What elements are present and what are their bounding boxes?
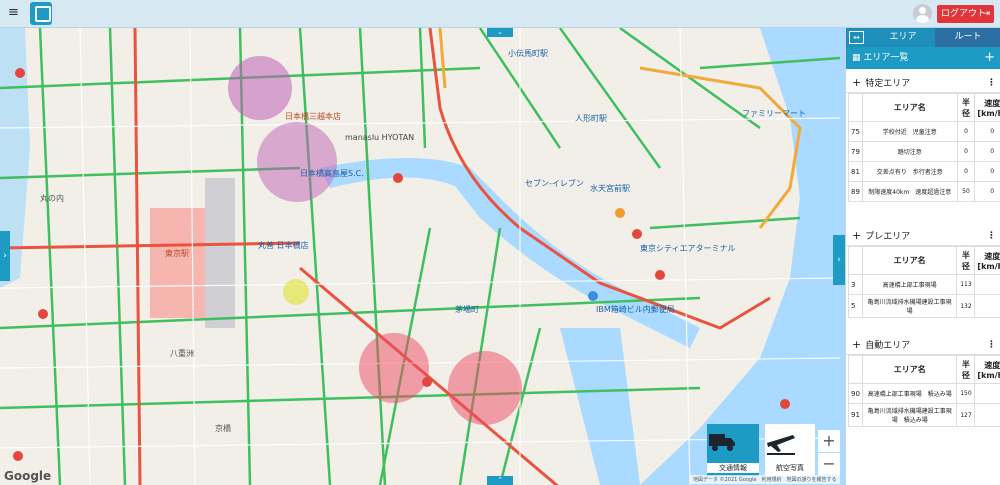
map-label-kayabacho: 茅場町 bbox=[455, 305, 479, 314]
col-radius[interactable]: 半径 bbox=[956, 246, 976, 275]
google-logo: Google bbox=[4, 469, 52, 483]
map-label-yaesu: 八重洲 bbox=[170, 349, 194, 358]
logout-label: ログアウト bbox=[941, 9, 987, 19]
map-label-marunouchi: 丸の内 bbox=[40, 194, 64, 203]
section-title[interactable]: + 自動エリア ⋮ bbox=[846, 335, 1000, 355]
area-table: エリア名 半径 速度[km/h] 75 学校付近 児童注意 0 0 79 踏切注… bbox=[848, 93, 1000, 202]
tab-area[interactable]: エリア bbox=[871, 28, 935, 47]
map-label-kyobashi: 京橋 bbox=[215, 424, 231, 433]
map-attribution[interactable]: 地図データ ©2021 Google 利用規約 地図の誤りを報告する bbox=[690, 475, 840, 484]
traffic-info-label: 交通情報 bbox=[707, 463, 759, 473]
more-icon[interactable]: ⋮ bbox=[987, 335, 996, 355]
map-label-tokyo-station: 東京駅 bbox=[165, 249, 189, 258]
panel-tabs: ↔ エリア ルート bbox=[846, 28, 1000, 47]
map-view[interactable]: 日本橋三越本店 東京駅 丸善 日本橋店 日本橋高島屋S.C. 水天宮前駅 人形町… bbox=[0, 28, 845, 485]
menu-icon[interactable]: ≡ bbox=[8, 6, 22, 20]
table-row[interactable]: 79 踏切注意 0 0 bbox=[848, 141, 1000, 162]
table-row[interactable]: 5 亀島川流域排水機場建設工事現場 132 bbox=[848, 294, 1000, 318]
map-label-takashimaya: 日本橋高島屋S.C. bbox=[300, 169, 364, 178]
col-name[interactable]: エリア名 bbox=[861, 246, 958, 275]
more-icon[interactable]: ⋮ bbox=[987, 73, 996, 93]
traffic-info-button[interactable]: 交通情報 bbox=[707, 424, 759, 476]
aerial-photo-label: 航空写真 bbox=[776, 464, 804, 472]
building-icon: ▦ bbox=[852, 53, 864, 63]
table-row[interactable]: 89 制限速度40km 速度超過注意 50 0 bbox=[848, 181, 1000, 202]
col-speed[interactable]: 速度[km/h] bbox=[974, 355, 1000, 384]
map-label-ibm: IBM箱崎ビル内郵便局 bbox=[596, 305, 675, 314]
add-area-icon[interactable]: + bbox=[984, 47, 995, 69]
area-panel: ↔ エリア ルート ▦ エリア一覧 + + 特定エリア ⋮ エリア名 半径 速度[… bbox=[845, 28, 1000, 485]
table-row[interactable]: 75 学校付近 児童注意 0 0 bbox=[848, 121, 1000, 142]
map-label-mitsukoshi: 日本橋三越本店 bbox=[285, 112, 341, 121]
area-list-title: エリア一覧 bbox=[863, 53, 909, 63]
table-row[interactable]: 91 亀島川流域排水機場建設工事現場 積込み場 127 bbox=[848, 403, 1000, 427]
airplane-icon bbox=[767, 435, 795, 455]
zoom-out-button[interactable]: − bbox=[818, 453, 840, 475]
station-platforms bbox=[205, 178, 235, 328]
table-row[interactable]: 3 高速橋上部工事現場 113 bbox=[848, 274, 1000, 295]
collapse-top-button[interactable]: ⌄ bbox=[487, 28, 513, 37]
col-name[interactable]: エリア名 bbox=[861, 355, 958, 384]
top-bar: ≡ ログアウト ⇥ bbox=[0, 0, 1000, 28]
zoom-in-button[interactable]: + bbox=[818, 430, 840, 452]
map-label-suitengu: 水天宮前駅 bbox=[590, 184, 630, 193]
collapse-bottom-button[interactable]: ⌃ bbox=[487, 476, 513, 485]
map-label-maruzen: 丸善 日本橋店 bbox=[258, 241, 309, 250]
expand-icon[interactable]: ↔ bbox=[849, 31, 864, 44]
section-auto-area: + 自動エリア ⋮ エリア名 半径 速度[km/h] 90 高速橋上部工事現場 積… bbox=[846, 335, 1000, 427]
user-avatar[interactable] bbox=[913, 4, 932, 23]
plus-icon[interactable]: + bbox=[852, 76, 861, 89]
collapse-right-button[interactable]: › bbox=[833, 235, 845, 285]
more-icon[interactable]: ⋮ bbox=[987, 226, 996, 246]
map-label-seven: セブン-イレブン bbox=[525, 179, 584, 188]
col-radius[interactable]: 半径 bbox=[956, 93, 976, 122]
area-table: エリア名 半径 速度[km/h] 90 高速橋上部工事現場 積込み場 150 9… bbox=[848, 355, 1000, 427]
tab-route[interactable]: ルート bbox=[935, 28, 1000, 47]
truck-icon bbox=[709, 434, 735, 451]
col-name[interactable]: エリア名 bbox=[861, 93, 958, 122]
area-circle-1 bbox=[228, 56, 292, 120]
table-header: エリア名 半径 速度[km/h] bbox=[848, 93, 1000, 122]
map-label-family-mart: ファミリーマート bbox=[742, 109, 806, 118]
plus-icon[interactable]: + bbox=[852, 229, 861, 242]
sumida-river bbox=[640, 28, 845, 485]
map-label-kodenmacho: 小伝馬町駅 bbox=[508, 49, 548, 58]
area-circle-2 bbox=[257, 122, 337, 202]
area-circle-4 bbox=[359, 333, 429, 403]
area-table: エリア名 半径 速度[km/h] 3 高速橋上部工事現場 113 5 亀島川流域… bbox=[848, 246, 1000, 318]
section-title[interactable]: + 特定エリア ⋮ bbox=[846, 73, 1000, 93]
collapse-left-button[interactable]: › bbox=[0, 231, 10, 281]
map-canvas bbox=[0, 28, 845, 485]
app-logo[interactable] bbox=[30, 2, 52, 25]
logout-icon: ⇥ bbox=[982, 9, 990, 19]
map-label-ningyocho: 人形町駅 bbox=[575, 114, 607, 123]
col-radius[interactable]: 半径 bbox=[956, 355, 976, 384]
area-circle-3 bbox=[283, 279, 309, 305]
section-title-label: プレエリア bbox=[865, 232, 911, 242]
logout-button[interactable]: ログアウト ⇥ bbox=[937, 5, 994, 23]
plus-icon[interactable]: + bbox=[852, 338, 861, 351]
map-label-hyotan: manaslu HYOTAN bbox=[345, 133, 415, 142]
table-header: エリア名 半径 速度[km/h] bbox=[848, 246, 1000, 275]
section-title-label: 特定エリア bbox=[865, 79, 911, 89]
section-title[interactable]: + プレエリア ⋮ bbox=[846, 226, 1000, 246]
col-speed[interactable]: 速度[km/h] bbox=[974, 246, 1000, 275]
area-circle-5 bbox=[448, 351, 522, 425]
table-row[interactable]: 81 交差点有り 歩行者注意 0 0 bbox=[848, 161, 1000, 182]
section-specific-area: + 特定エリア ⋮ エリア名 半径 速度[km/h] 75 学校付近 児童注意 0… bbox=[846, 73, 1000, 202]
south-canal bbox=[560, 328, 640, 485]
table-row[interactable]: 90 高速橋上部工事現場 積込み場 150 bbox=[848, 383, 1000, 404]
aerial-photo-button[interactable]: 航空写真 bbox=[765, 424, 815, 476]
col-speed[interactable]: 速度[km/h] bbox=[974, 93, 1000, 122]
map-label-city-air: 東京シティエアターミナル bbox=[640, 244, 736, 253]
table-header: エリア名 半径 速度[km/h] bbox=[848, 355, 1000, 384]
section-title-label: 自動エリア bbox=[865, 341, 911, 351]
area-list-header: ▦ エリア一覧 + bbox=[846, 47, 1000, 69]
section-pre-area: + プレエリア ⋮ エリア名 半径 速度[km/h] 3 高速橋上部工事現場 11… bbox=[846, 226, 1000, 318]
roads-red bbox=[0, 28, 771, 485]
